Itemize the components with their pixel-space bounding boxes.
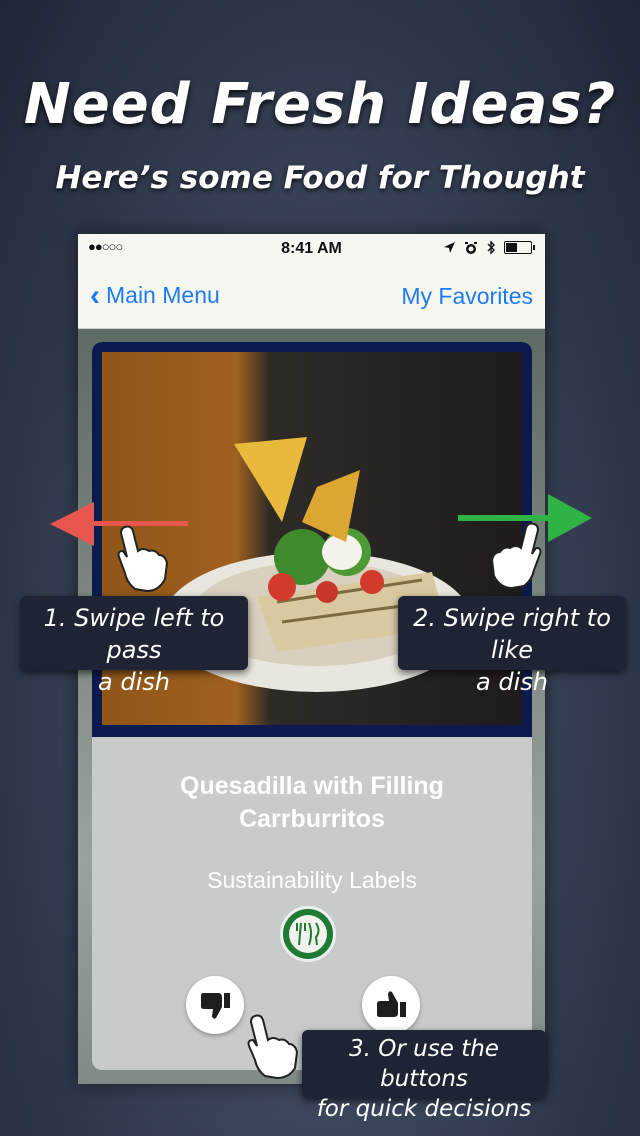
promo-headline: Need Fresh Ideas? — [23, 72, 617, 137]
buttons-text-line1: 3. Or use the buttons — [349, 1036, 499, 1092]
main-menu-button[interactable]: ‹ Main Menu — [90, 278, 220, 312]
my-favorites-button[interactable]: My Favorites — [401, 283, 533, 310]
buttons-text-line2: for quick decisions — [316, 1096, 532, 1122]
dish-name: Quesadilla with Filling Carrburritos — [92, 770, 532, 836]
thumbs-up-button[interactable] — [362, 976, 420, 1034]
swipe-left-text-line2: a dish — [98, 668, 170, 696]
hand-pointer-icon-right — [490, 522, 542, 590]
hand-pointer-icon-bottom — [247, 1014, 299, 1080]
hand-pointer-icon-left — [117, 525, 169, 593]
bluetooth-icon — [487, 240, 495, 255]
chevron-left-icon: ‹ — [90, 278, 100, 312]
swipe-left-callout: 1. Swipe left to pass a dish — [20, 596, 248, 696]
thumbs-down-icon — [201, 993, 230, 1019]
buttons-callout: 3. Or use the buttons for quick decision… — [302, 1030, 546, 1122]
swipe-left-text-line1: 1. Swipe left to pass — [43, 604, 225, 664]
status-bar: ●●○○○ 8:41 AM — [78, 234, 545, 264]
promo-subheadline: Here’s some Food for Thought — [55, 160, 585, 196]
dish-card[interactable]: Quesadilla with Filling Carrburritos Sus… — [92, 342, 532, 1070]
swipe-right-text-line2: a dish — [476, 668, 548, 696]
thumbs-up-icon — [377, 991, 406, 1017]
swipe-right-callout: 2. Swipe right to like a dish — [398, 596, 626, 696]
battery-icon — [504, 241, 532, 254]
alarm-icon — [465, 241, 477, 254]
main-menu-label: Main Menu — [106, 282, 220, 308]
location-icon — [444, 242, 455, 253]
sustainability-badge-icon[interactable] — [280, 906, 336, 962]
sustainability-labels-heading: Sustainability Labels — [207, 867, 417, 893]
dish-name-line1: Quesadilla with Filling — [180, 772, 444, 800]
swipe-right-text-line1: 2. Swipe right to like — [413, 604, 611, 664]
dish-name-line2: Carrburritos — [239, 805, 385, 833]
thumbs-down-button[interactable] — [186, 976, 244, 1034]
navigation-bar: ‹ Main Menu My Favorites — [78, 264, 545, 329]
